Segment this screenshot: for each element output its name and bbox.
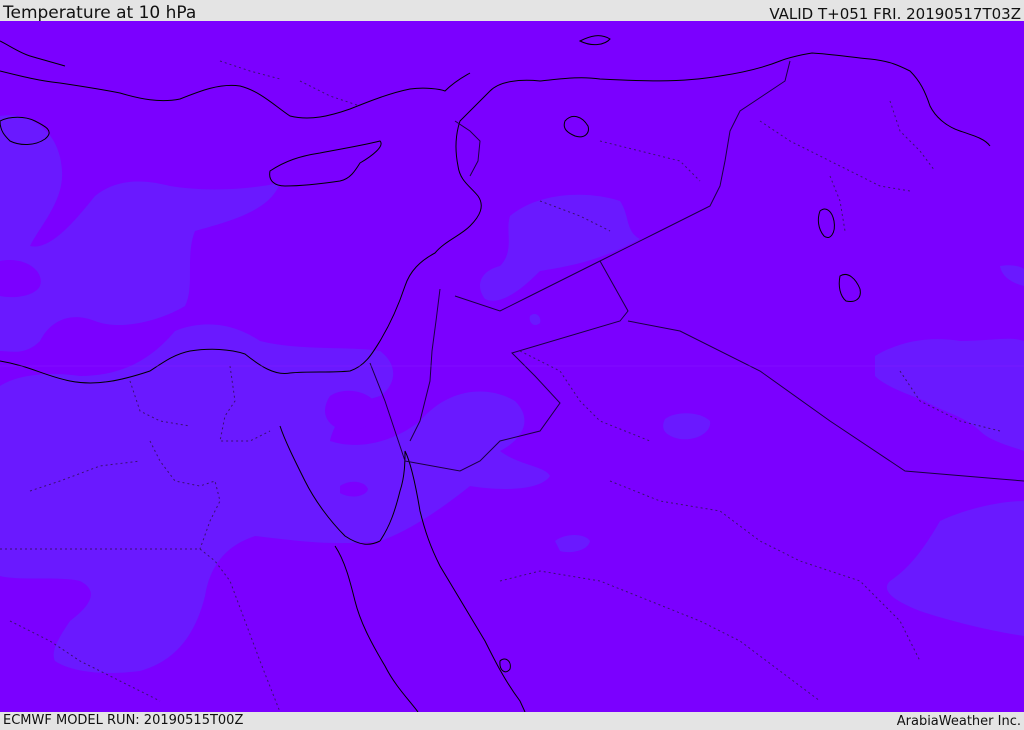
model-run-label: ECMWF MODEL RUN: 20190515T00Z (3, 713, 244, 728)
weather-map (0, 21, 1024, 712)
credit-label: ArabiaWeather Inc. (896, 714, 1021, 729)
header-bar: Temperature at 10 hPa VALID T+051 FRI. 2… (0, 0, 1024, 23)
footer-bar: ECMWF MODEL RUN: 20190515T00Z ArabiaWeat… (0, 712, 1024, 729)
map-title: Temperature at 10 hPa (3, 3, 197, 23)
